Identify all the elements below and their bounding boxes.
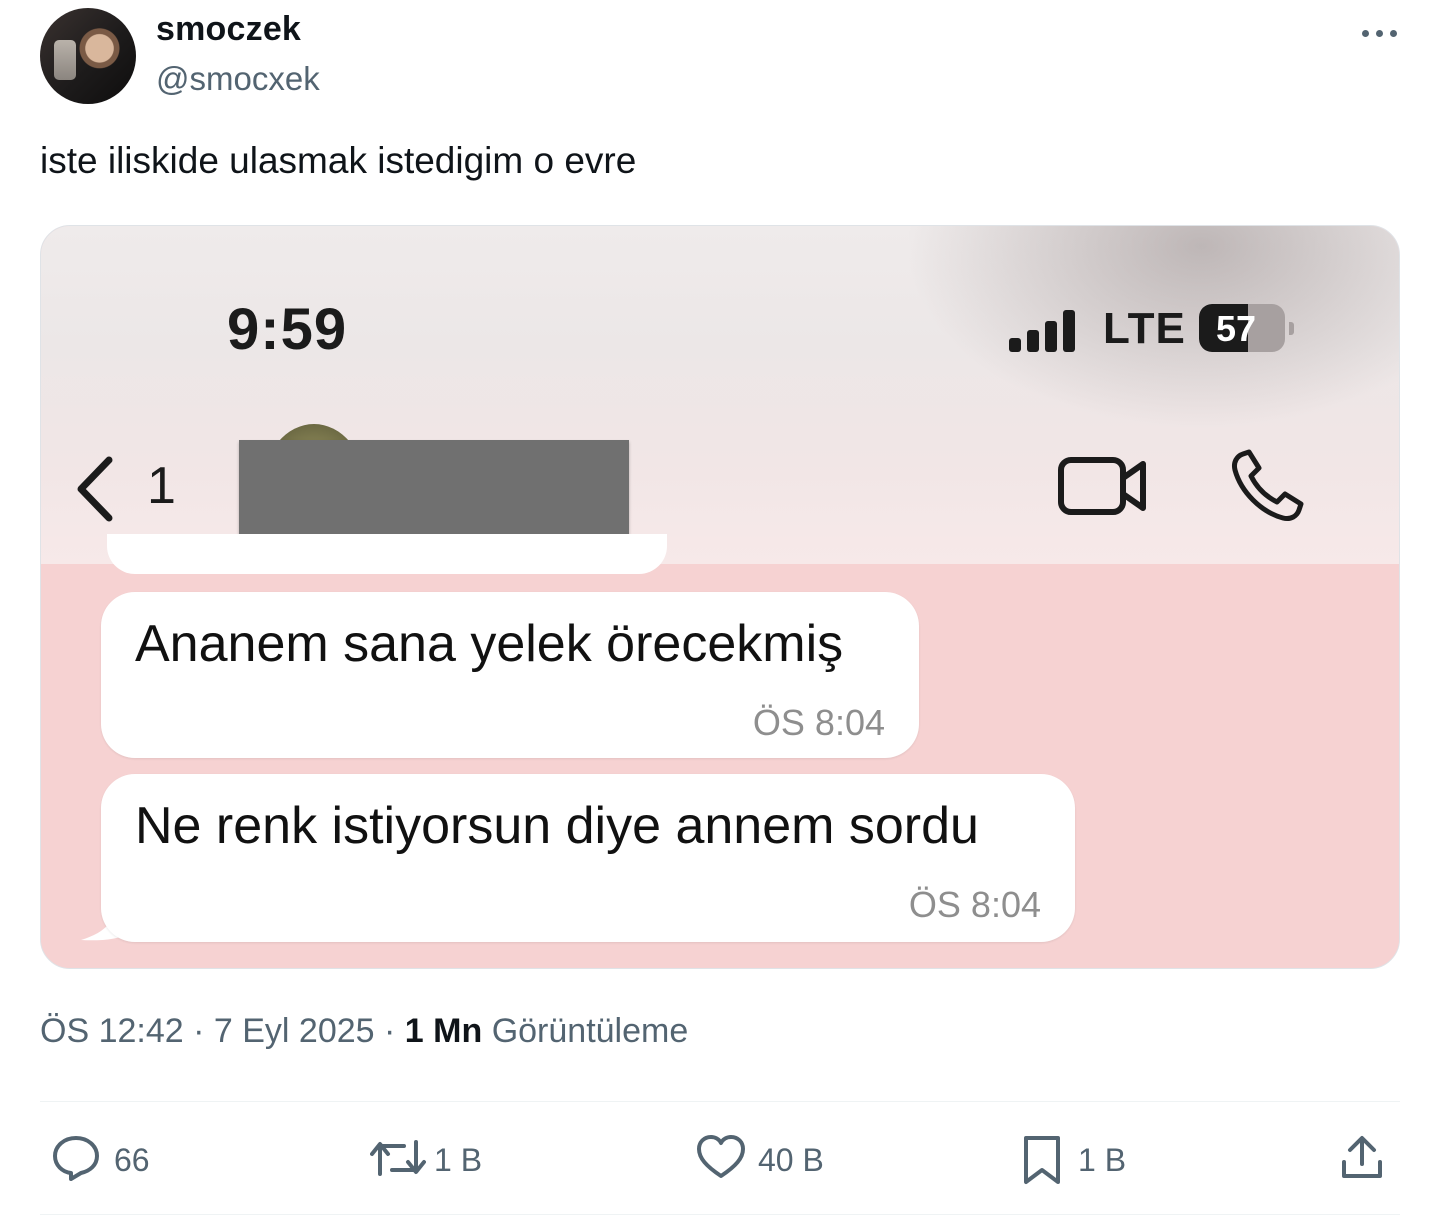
battery-icon: 57 bbox=[1199, 304, 1285, 352]
network-label: LTE bbox=[1103, 304, 1186, 353]
video-call-icon bbox=[1058, 457, 1146, 515]
author-handle[interactable]: @smocxek bbox=[156, 60, 320, 98]
tweet-text: iste iliskide ulasmak istedigim o evre bbox=[40, 140, 637, 181]
views-label: Görüntüleme bbox=[491, 1012, 689, 1050]
like-icon bbox=[697, 1135, 745, 1178]
author-avatar[interactable] bbox=[40, 8, 136, 104]
message-text: Ne renk istiyorsun diye annem sordu bbox=[135, 797, 979, 855]
tweet-time[interactable]: ÖS 12:42 bbox=[40, 1012, 184, 1050]
meta-separator: · bbox=[384, 1012, 396, 1050]
like-button[interactable]: 40 B bbox=[696, 1130, 836, 1190]
redaction-box bbox=[239, 440, 629, 542]
reply-button[interactable]: 66 bbox=[52, 1130, 172, 1190]
repost-count: 1 B bbox=[434, 1142, 483, 1178]
message-time: ÖS 8:04 bbox=[752, 702, 885, 743]
bookmark-count: 1 B bbox=[1078, 1142, 1127, 1178]
author-name[interactable]: smoczek bbox=[156, 10, 301, 49]
repost-button[interactable]: 1 B bbox=[370, 1130, 490, 1190]
reply-count: 66 bbox=[114, 1142, 150, 1178]
tweet-media-image[interactable]: 9:59 LTE 57 1 Ananem sana yelek örecekmi… bbox=[40, 225, 1400, 969]
message-time: ÖS 8:04 bbox=[908, 884, 1041, 925]
repost-icon bbox=[370, 1140, 426, 1176]
message-bubble: Ananem sana yelek örecekmiş ÖS 8:04 bbox=[101, 592, 919, 758]
bookmark-icon bbox=[1024, 1136, 1060, 1184]
message-bubble: Ne renk istiyorsun diye annem sordu ÖS 8… bbox=[101, 774, 1075, 942]
divider bbox=[40, 1101, 1400, 1102]
tweet-meta: ÖS 12:42 · 7 Eyl 2025 · 1 Mn Görüntüleme bbox=[40, 1012, 688, 1051]
tweet-date[interactable]: 7 Eyl 2025 bbox=[214, 1012, 375, 1050]
phone-call-icon bbox=[1232, 449, 1304, 521]
status-time: 9:59 bbox=[227, 297, 348, 362]
divider bbox=[40, 1214, 1400, 1215]
reply-icon bbox=[53, 1136, 99, 1181]
back-icon bbox=[77, 456, 113, 522]
bookmark-button[interactable]: 1 B bbox=[1020, 1130, 1140, 1190]
chat-area: Ananem sana yelek örecekmiş ÖS 8:04 Ne r… bbox=[41, 534, 1399, 968]
battery-tip bbox=[1289, 322, 1294, 335]
phone-header: 9:59 LTE 57 1 bbox=[41, 226, 1399, 564]
like-count: 40 B bbox=[758, 1142, 824, 1178]
unread-count: 1 bbox=[147, 457, 176, 515]
previous-message-bubble bbox=[107, 534, 667, 574]
battery-level: 57 bbox=[1215, 308, 1257, 349]
views-count: 1 Mn bbox=[404, 1012, 483, 1050]
more-icon[interactable] bbox=[1356, 14, 1404, 50]
message-text: Ananem sana yelek örecekmiş bbox=[135, 615, 844, 673]
share-icon bbox=[1342, 1136, 1382, 1178]
signal-icon bbox=[1009, 308, 1079, 352]
share-button[interactable] bbox=[1338, 1130, 1388, 1190]
meta-separator: · bbox=[193, 1012, 205, 1050]
